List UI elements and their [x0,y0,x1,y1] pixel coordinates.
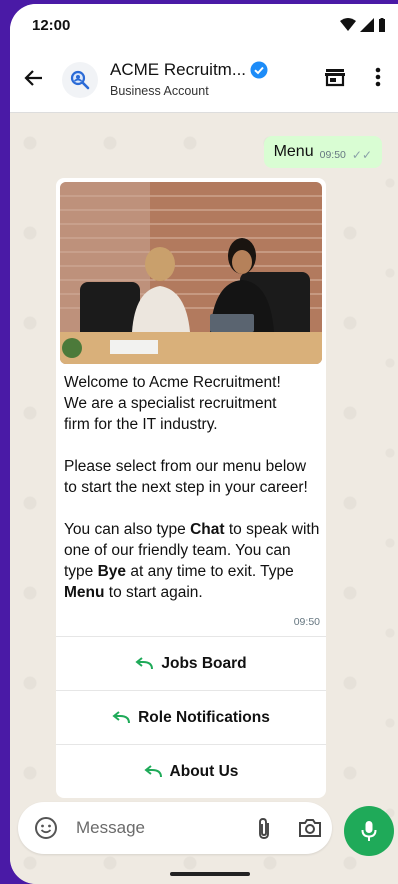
phone-screen: 12:00 ACME Recruitm... Business Account [10,4,398,884]
reply-arrow-icon [112,711,131,724]
signal-icon [360,18,374,32]
role-notifications-button[interactable]: Role Notifications [56,690,326,745]
mic-button[interactable] [344,806,394,856]
received-message-time: 09:50 [293,616,320,628]
avatar-search-icon [70,70,90,90]
more-vertical-icon[interactable] [374,66,382,88]
office-meeting-photo [60,182,322,364]
message-composer[interactable]: Message [18,802,332,854]
emoji-icon[interactable] [34,816,58,840]
read-ticks-icon: ✓✓ [351,148,372,162]
attach-icon[interactable] [254,817,274,841]
status-time: 12:00 [32,17,71,34]
status-icons [340,18,386,32]
message-input[interactable]: Message [76,818,145,838]
jobs-board-label: Jobs Board [161,655,247,672]
role-notifications-label: Role Notifications [138,709,270,726]
chat-title[interactable]: ACME Recruitm... [110,60,246,80]
message-line-2: We are a specialist recruitment [64,395,277,412]
jobs-board-button[interactable]: Jobs Board [56,636,326,691]
sent-message-bubble[interactable]: Menu 09:50 ✓✓ [263,136,382,168]
chat-header: ACME Recruitm... Business Account [10,48,398,113]
sent-message-text: Menu [273,143,314,160]
message-paragraph-3: You can also type Chat to speak with one… [64,521,320,601]
message-line-1: Welcome to Acme Recruitment! [64,374,281,391]
wifi-icon [340,18,356,31]
received-message-card: Welcome to Acme Recruitment! We are a sp… [56,178,326,798]
about-us-label: About Us [169,763,239,780]
status-bar: 12:00 [10,4,398,48]
message-paragraph-2: Please select from our menu below to sta… [64,458,308,496]
back-arrow-icon[interactable] [24,68,44,88]
message-photo[interactable] [60,182,322,364]
sent-message-time: 09:50 [319,149,346,161]
mic-icon [361,821,377,841]
storefront-icon[interactable] [324,66,346,88]
battery-icon [379,18,385,32]
reply-arrow-icon [143,765,162,778]
avatar[interactable] [62,62,98,98]
message-line-3: firm for the IT industry. [64,416,218,433]
message-body: Welcome to Acme Recruitment! We are a sp… [64,372,322,624]
camera-icon[interactable] [298,817,322,839]
about-us-button[interactable]: About Us [56,744,326,799]
verified-badge-icon [250,61,268,79]
reply-arrow-icon [135,657,154,670]
home-indicator [170,872,250,876]
chat-subtitle: Business Account [110,84,209,98]
